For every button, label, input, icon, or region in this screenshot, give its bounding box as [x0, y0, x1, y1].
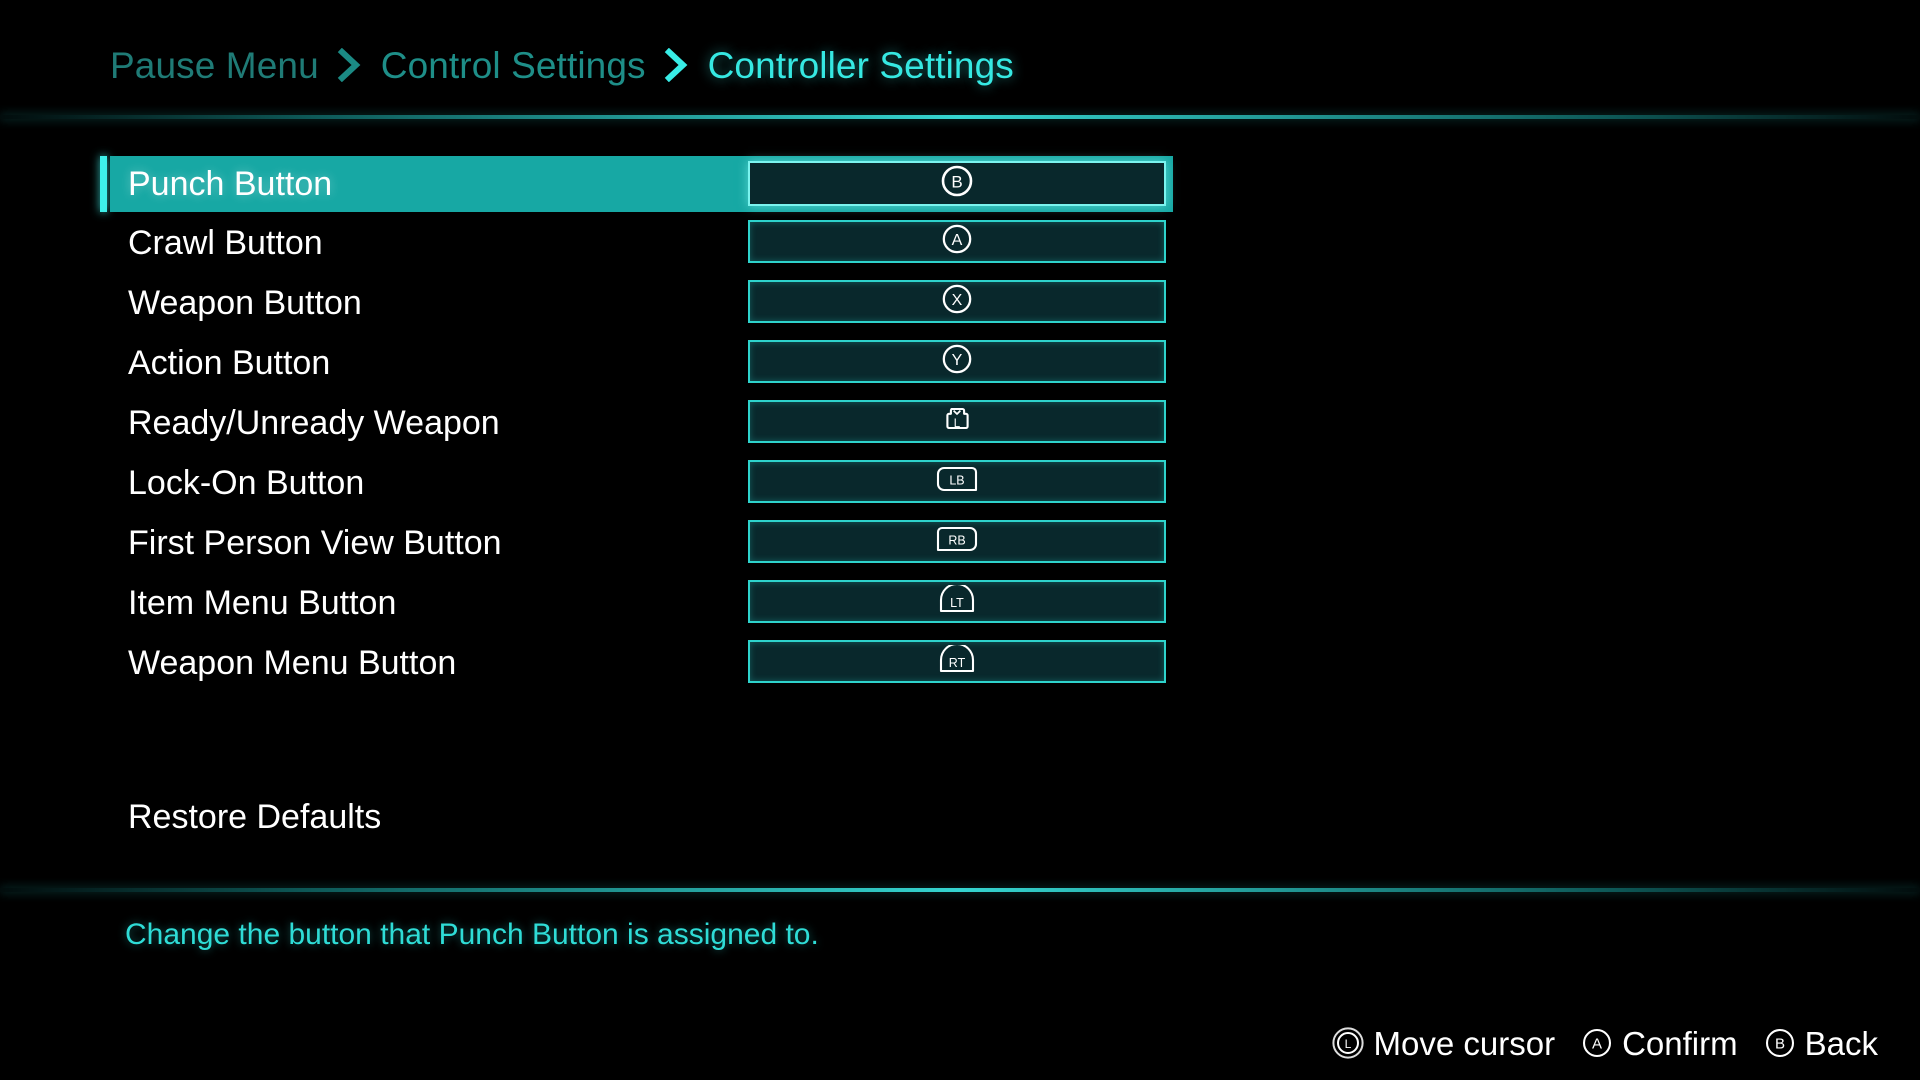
svg-text:A: A: [1592, 1036, 1602, 1053]
binding-row-weapon-button[interactable]: Weapon Button X: [100, 278, 1196, 327]
chevron-right-icon: [337, 48, 363, 82]
left-stick-click-icon: L: [941, 403, 973, 440]
binding-row-punch-button[interactable]: Punch Button B: [100, 156, 1196, 212]
svg-text:Y: Y: [952, 352, 963, 369]
binding-value-box[interactable]: RT: [748, 640, 1166, 683]
hint-confirm: A Confirm: [1581, 1027, 1738, 1060]
binding-row-action-button[interactable]: Action Button Y: [100, 338, 1196, 387]
svg-text:RT: RT: [949, 656, 966, 670]
binding-value-box[interactable]: RB: [748, 520, 1166, 563]
chevron-right-icon: [664, 48, 690, 82]
hint-label: Move cursor: [1373, 1024, 1556, 1062]
button-b-icon: B: [940, 164, 974, 203]
breadcrumb-item-pause-menu[interactable]: Pause Menu: [110, 47, 319, 84]
footer-divider: [0, 888, 1920, 892]
binding-row-first-person-view-button[interactable]: First Person View Button RB: [100, 518, 1196, 567]
binding-value-box[interactable]: B: [748, 161, 1166, 206]
breadcrumb-item-control-settings[interactable]: Control Settings: [381, 47, 646, 84]
binding-row-label: Ready/Unready Weapon: [128, 403, 500, 442]
breadcrumb-item-controller-settings: Controller Settings: [707, 44, 1014, 86]
binding-row-weapon-menu-button[interactable]: Weapon Menu Button RT: [100, 638, 1196, 687]
trigger-lt-icon: LT: [938, 582, 976, 618]
bumper-lb-icon: LB: [936, 466, 978, 497]
binding-value-box[interactable]: Y: [748, 340, 1166, 383]
bumper-rb-icon: RB: [936, 526, 978, 557]
hint-back: B Back: [1764, 1027, 1878, 1060]
hint-label: Back: [1804, 1024, 1878, 1062]
breadcrumb: Pause Menu Control Settings Controller S…: [110, 38, 1014, 92]
controller-bindings-list: Punch Button B Crawl Button A Weapon But…: [100, 156, 1196, 698]
binding-row-lock-on-button[interactable]: Lock-On Button LB: [100, 458, 1196, 507]
binding-row-label: Weapon Button: [128, 283, 362, 322]
binding-row-label: Crawl Button: [128, 223, 323, 262]
binding-row-label: Lock-On Button: [128, 463, 365, 502]
hint-move-cursor: L Move cursor: [1331, 1024, 1556, 1062]
binding-row-label: Item Menu Button: [128, 583, 397, 622]
binding-row-label: Weapon Menu Button: [128, 643, 457, 682]
button-hints-bar: L Move cursor A Confirm B Back: [1331, 1026, 1878, 1060]
binding-value-box[interactable]: LB: [748, 460, 1166, 503]
svg-text:L: L: [954, 418, 961, 430]
binding-value-box[interactable]: LT: [748, 580, 1166, 623]
binding-row-label: Punch Button: [128, 165, 333, 203]
binding-row-ready-unready-weapon[interactable]: Ready/Unready Weapon L: [100, 398, 1196, 447]
svg-text:B: B: [951, 173, 962, 192]
button-a-icon: A: [941, 223, 973, 260]
binding-value-box[interactable]: L: [748, 400, 1166, 443]
svg-text:LT: LT: [950, 596, 964, 610]
svg-text:B: B: [1775, 1036, 1785, 1053]
binding-row-label: Action Button: [128, 343, 331, 382]
svg-text:RB: RB: [948, 534, 965, 548]
trigger-rt-icon: RT: [938, 642, 976, 678]
binding-row-crawl-button[interactable]: Crawl Button A: [100, 218, 1196, 267]
restore-defaults-button[interactable]: Restore Defaults: [128, 800, 381, 834]
binding-value-box[interactable]: A: [748, 220, 1166, 263]
svg-text:LB: LB: [949, 474, 964, 488]
help-description-text: Change the button that Punch Button is a…: [125, 918, 819, 951]
button-b-icon: B: [1764, 1027, 1796, 1059]
svg-text:A: A: [952, 232, 963, 249]
header-divider: [0, 115, 1920, 119]
svg-text:X: X: [952, 292, 963, 309]
svg-text:L: L: [1344, 1037, 1351, 1051]
button-x-icon: X: [941, 283, 973, 320]
button-a-icon: A: [1581, 1027, 1613, 1059]
binding-row-label: First Person View Button: [128, 523, 502, 562]
left-stick-icon: L: [1331, 1026, 1365, 1060]
hint-label: Confirm: [1622, 1024, 1738, 1062]
binding-value-box[interactable]: X: [748, 280, 1166, 323]
binding-row-item-menu-button[interactable]: Item Menu Button LT: [100, 578, 1196, 627]
button-y-icon: Y: [941, 343, 973, 380]
